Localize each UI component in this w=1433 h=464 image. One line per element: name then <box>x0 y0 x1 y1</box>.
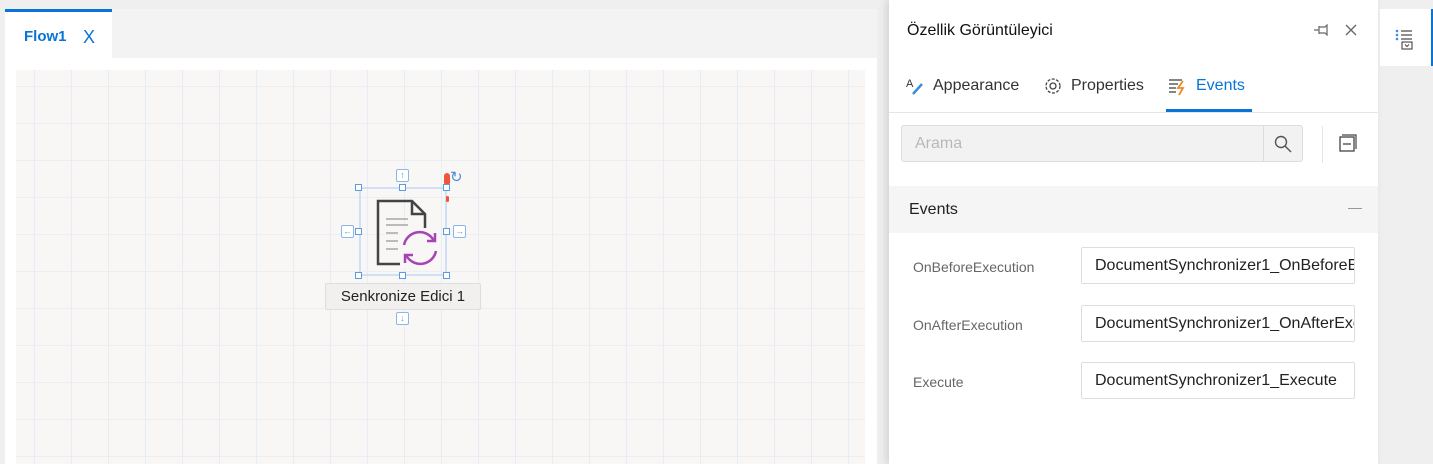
resize-handle[interactable] <box>443 184 450 191</box>
event-label: Execute <box>913 374 964 390</box>
appearance-icon: A <box>906 78 923 95</box>
event-value-field[interactable]: DocumentSynchronizer1_OnBeforeExecution <box>1081 247 1355 284</box>
arrow-left-icon[interactable]: ← <box>341 225 354 238</box>
property-viewer-toggle[interactable] <box>1380 9 1433 66</box>
resize-handle[interactable] <box>399 272 406 279</box>
resize-handle[interactable] <box>355 272 362 279</box>
arrow-right-icon[interactable]: → <box>453 225 466 238</box>
resize-handle[interactable] <box>355 184 362 191</box>
close-tab-icon[interactable]: X <box>83 27 95 48</box>
tab-flow1[interactable]: Flow1 X <box>5 9 112 59</box>
svg-text:A: A <box>906 78 914 90</box>
resize-handle[interactable] <box>355 228 362 235</box>
event-label: OnBeforeExecution <box>913 259 1035 275</box>
event-label: OnAfterExecution <box>913 317 1023 333</box>
collapse-section-icon[interactable] <box>1348 208 1362 209</box>
resize-handle[interactable] <box>443 228 450 235</box>
collapse-all-icon[interactable] <box>1339 134 1358 153</box>
resize-handle[interactable] <box>399 184 406 191</box>
arrow-down-icon[interactable]: ↓ <box>396 312 409 325</box>
panel-title: Özellik Görüntüleyici <box>907 22 1053 39</box>
tab-label: Properties <box>1071 77 1144 94</box>
search-field[interactable] <box>901 125 1303 162</box>
resize-handle[interactable] <box>443 272 450 279</box>
search-button[interactable] <box>1263 126 1302 161</box>
property-list-icon <box>1395 29 1413 50</box>
tab-appearance[interactable]: A Appearance <box>905 76 1019 96</box>
events-section-header[interactable]: Events <box>889 186 1378 233</box>
node-label[interactable]: Senkronize Edici 1 <box>325 283 481 310</box>
search-icon <box>1274 135 1292 152</box>
events-icon <box>1169 79 1185 96</box>
divider <box>889 112 1378 113</box>
gear-icon <box>1045 78 1061 94</box>
divider <box>1322 126 1323 163</box>
tab-label: Appearance <box>933 77 1020 94</box>
document-sync-icon[interactable] <box>372 197 442 272</box>
event-value-field[interactable]: DocumentSynchronizer1_Execute <box>1081 362 1355 399</box>
tab-label: Events <box>1196 77 1245 94</box>
document-tab-bar <box>5 9 877 58</box>
section-title: Events <box>909 201 958 218</box>
pin-icon[interactable] <box>1313 24 1331 36</box>
tab-events[interactable]: Events <box>1168 76 1245 96</box>
tab-properties[interactable]: Properties <box>1043 76 1144 96</box>
event-value-field[interactable]: DocumentSynchronizer1_OnAfterExecution <box>1081 305 1355 342</box>
close-icon[interactable] <box>1345 24 1357 36</box>
search-input[interactable] <box>902 126 1262 161</box>
tab-label: Flow1 <box>24 28 67 45</box>
arrow-up-icon[interactable]: ↑ <box>396 169 409 182</box>
property-viewer-panel: Özellik Görüntüleyici A Appearance Prope… <box>889 0 1378 464</box>
rotate-icon[interactable]: ↻ <box>450 168 463 186</box>
marker-dot-icon <box>446 196 449 202</box>
